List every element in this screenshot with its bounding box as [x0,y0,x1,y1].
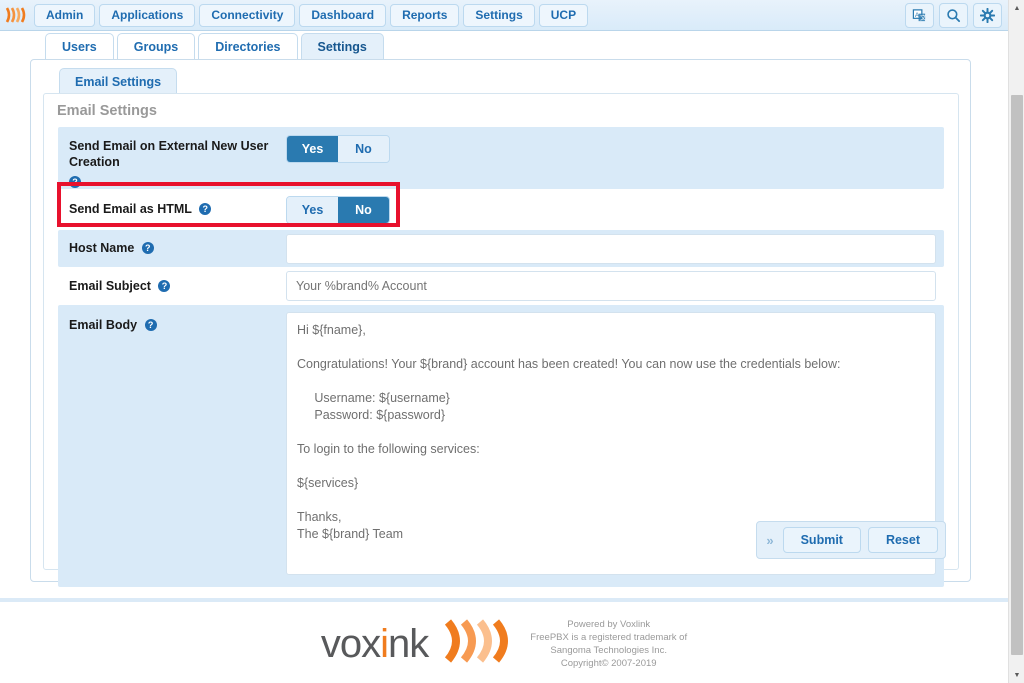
scroll-down-arrow-icon[interactable]: ▼ [1009,667,1024,683]
label-text: Email Subject [69,279,151,293]
scroll-up-arrow-icon[interactable]: ▲ [1009,0,1024,16]
language-icon[interactable]: A 文 [905,3,934,28]
nav-label: Dashboard [311,8,375,22]
tab-email-settings[interactable]: Email Settings [59,68,178,94]
scrollbar-thumb[interactable] [1011,95,1023,655]
nav-item-admin[interactable]: Admin [34,3,96,27]
label-text: Send Email on External New User Creation [69,139,269,169]
tab-label: Groups [133,40,179,54]
tab-directories[interactable]: Directories [198,33,298,60]
help-icon[interactable]: ? [144,319,157,331]
svg-text:文: 文 [920,14,926,22]
voxlink-waves-logo-icon [0,0,34,31]
toggle-send-email-external[interactable]: Yes No [286,135,390,163]
reset-button[interactable]: Reset [867,527,938,553]
nav-label: UCP [550,8,577,22]
footer-line: Powered by Voxlink [567,618,651,630]
tab-label: Settings [317,40,367,54]
nav-item-settings[interactable]: Settings [463,3,535,27]
toggle-option-yes[interactable]: Yes [287,136,338,162]
label-text: Email Body [69,318,138,332]
content-panel: Email Settings Email Settings Send Email… [30,59,971,587]
nav-item-dashboard[interactable]: Dashboard [299,3,387,27]
nav-item-ucp[interactable]: UCP [538,3,589,27]
nav-label: Connectivity [211,8,284,22]
form-control: Yes No [286,127,944,171]
nav-label: Applications [111,8,184,22]
search-icon[interactable] [939,3,968,28]
form-label: Email Subject ? [58,267,286,304]
form-row-host-name: Host Name ? [58,230,944,267]
email-settings-form: Send Email on External New User Creation… [44,127,958,587]
footer-divider [0,598,1008,602]
navbar-items: Admin Applications Connectivity Dashboar… [34,3,589,27]
label-text: Host Name [69,241,135,255]
label-text: Send Email as HTML [69,202,192,216]
email-settings-card: Email Settings Send Email on External Ne… [43,93,959,587]
nav-item-applications[interactable]: Applications [99,3,196,27]
tab-label: Users [62,40,97,54]
tab-label: Directories [215,40,281,54]
form-control [286,267,944,309]
help-icon[interactable]: ? [69,176,81,188]
tab-settings[interactable]: Settings [300,33,384,60]
form-label: Send Email on External New User Creation… [58,127,286,198]
form-actions: » Submit Reset [756,521,946,559]
email-subject-input[interactable] [286,271,936,301]
form-row-email-subject: Email Subject ? [58,267,944,305]
button-label: Submit [800,533,843,547]
tab-users[interactable]: Users [45,33,114,60]
gear-icon[interactable] [973,3,1002,28]
nav-item-connectivity[interactable]: Connectivity [199,3,296,27]
form-label: Host Name ? [58,230,286,266]
page-title: Email Settings [57,103,157,119]
navbar-right-tools: A 文 [905,3,1002,28]
wordmark-i: i [380,621,389,666]
submit-button[interactable]: Submit [782,527,861,553]
tab-groups[interactable]: Groups [116,33,196,60]
page-scrollbar[interactable]: ▲ ▼ [1008,0,1024,683]
toggle-option-yes[interactable]: Yes [287,197,338,223]
footer-line: FreePBX is a registered trademark of [530,631,688,643]
footer-line: Sangoma Technologies Inc. [550,644,667,656]
help-icon[interactable]: ? [141,242,154,254]
form-control [286,230,944,272]
tab-label: Email Settings [75,74,162,89]
voxlink-waves-logo-icon [442,618,516,669]
form-control: Yes No [286,189,944,232]
form-row-send-email-as-html: Send Email as HTML ? Yes No [58,189,944,230]
nav-label: Reports [402,8,448,22]
form-label: Send Email as HTML ? [58,189,286,227]
footer: voxink Powered by Voxlink FreePBX is a r… [0,604,1008,683]
footer-text: Powered by Voxlink FreePBX is a register… [530,618,687,670]
section-tabs: Users Groups Directories Settings [0,31,1008,60]
footer-line: Copyright© 2007-2019 [560,657,657,669]
voxlink-wordmark: voxink [320,621,429,666]
form-label: Email Body ? [58,305,286,343]
host-name-input[interactable] [286,234,936,264]
toggle-send-email-as-html[interactable]: Yes No [286,196,390,224]
form-row-send-email-external: Send Email on External New User Creation… [58,127,944,189]
nav-label: Admin [46,8,84,22]
nav-label: Settings [475,8,523,22]
nav-item-reports[interactable]: Reports [390,3,460,27]
help-icon[interactable]: ? [158,280,171,292]
top-navbar: Admin Applications Connectivity Dashboar… [0,0,1008,31]
panel-tabs: Email Settings [59,68,178,94]
help-icon[interactable]: ? [199,203,212,215]
wordmark-suffix: nk [388,621,429,666]
toggle-option-no[interactable]: No [338,136,389,162]
chevron-right-icon[interactable]: » [764,533,775,548]
wordmark-prefix: vox [320,621,381,666]
button-label: Reset [885,533,920,547]
toggle-option-no[interactable]: No [338,197,389,223]
